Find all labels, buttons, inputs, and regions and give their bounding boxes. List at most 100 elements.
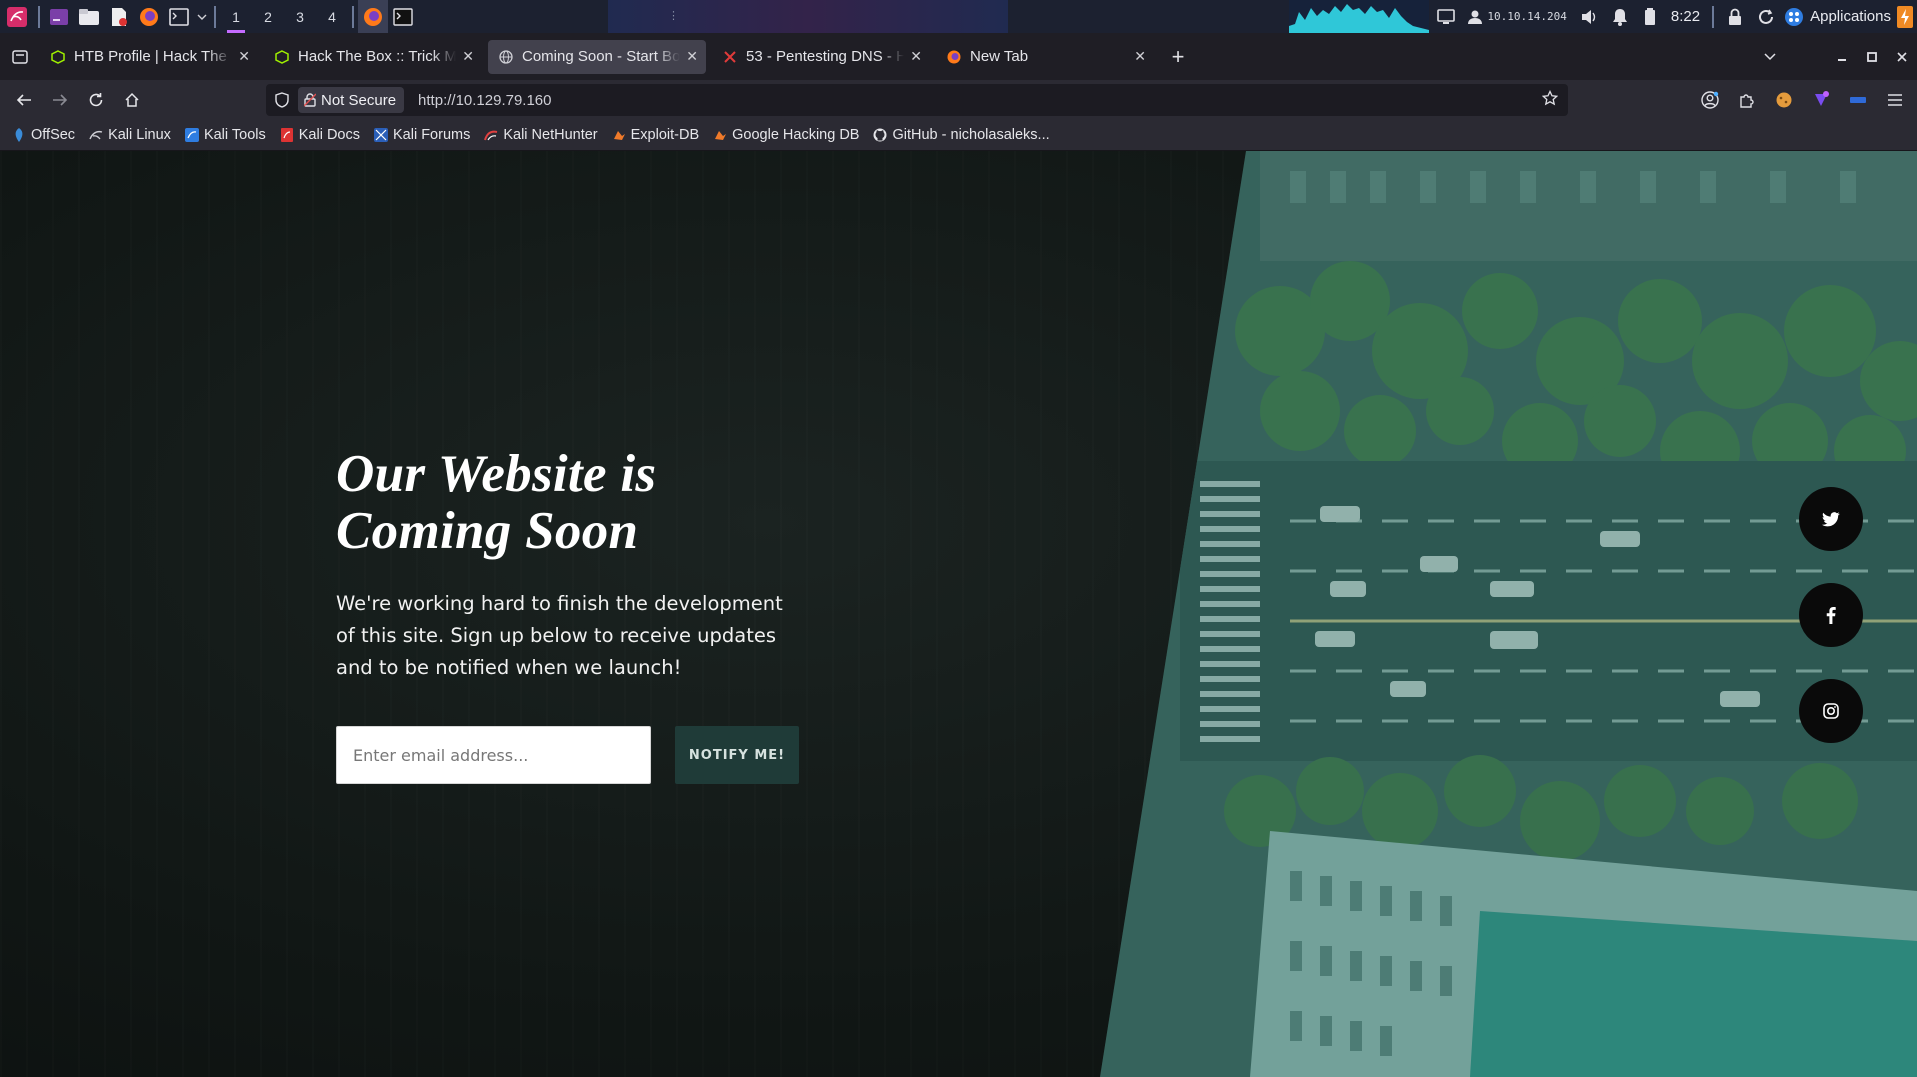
close-window-icon[interactable]	[1887, 33, 1917, 80]
workspace-4[interactable]: 4	[316, 0, 348, 33]
tab-title: Hack The Box :: Trick Machine	[298, 48, 457, 65]
account-icon[interactable]	[1691, 84, 1728, 116]
tab-coming-soon[interactable]: Coming Soon - Start Bootstrap ✕	[488, 39, 706, 74]
twitter-icon	[1822, 511, 1840, 526]
back-arrow-icon[interactable]	[6, 84, 42, 116]
close-tab-icon[interactable]: ✕	[910, 48, 922, 65]
volume-icon[interactable]	[1575, 0, 1603, 33]
list-all-tabs-icon[interactable]	[1755, 33, 1785, 80]
firefox-icon	[946, 49, 962, 65]
tab-title: 53 - Pentesting DNS - HackTricks	[746, 48, 905, 65]
hamburger-menu-icon[interactable]	[1876, 84, 1913, 116]
text-editor-icon[interactable]	[104, 0, 134, 33]
close-tab-icon[interactable]: ✕	[686, 48, 698, 65]
bookmark-kali-tools[interactable]: Kali Tools	[184, 127, 266, 143]
battery-icon[interactable]	[1637, 0, 1663, 33]
maximize-window-icon[interactable]	[1857, 33, 1887, 80]
github-icon	[873, 128, 887, 142]
bookmark-google-hacking-db[interactable]: Google Hacking DB	[713, 127, 859, 143]
bookmark-kali-forums[interactable]: Kali Forums	[373, 127, 470, 143]
tracking-protection-shield-icon[interactable]	[266, 92, 298, 108]
terminal-launcher-icon[interactable]	[44, 0, 74, 33]
bookmark-label: OffSec	[31, 127, 76, 143]
bookmark-kali-linux[interactable]: Kali Linux	[89, 127, 171, 143]
forward-arrow-icon[interactable]	[42, 84, 78, 116]
notify-me-button[interactable]: NOTIFY ME!	[675, 726, 799, 784]
facebook-icon	[1826, 606, 1836, 624]
bookmark-exploit-db[interactable]: Exploit-DB	[612, 127, 699, 143]
tab-title: New Tab	[970, 48, 1029, 65]
panel-separator	[352, 5, 354, 28]
exploitdb-icon	[612, 128, 626, 142]
home-icon[interactable]	[114, 84, 150, 116]
new-tab-plus-icon[interactable]: +	[1160, 40, 1196, 74]
bookmark-kali-nethunter[interactable]: Kali NetHunter	[484, 127, 598, 143]
window-buttons-area: ⋮	[418, 0, 1430, 33]
foxyproxy-extension-icon[interactable]	[1839, 84, 1876, 116]
refresh-session-icon[interactable]	[1752, 0, 1780, 33]
htb-cube-icon	[50, 49, 66, 65]
email-input[interactable]	[336, 726, 651, 784]
page-description: We're working hard to finish the develop…	[336, 592, 783, 679]
instagram-button[interactable]	[1799, 679, 1863, 743]
kali-tools-icon	[184, 128, 199, 142]
bookmark-label: Google Hacking DB	[732, 127, 860, 143]
panel-clock[interactable]: 8:22	[1671, 8, 1700, 25]
hero-section: Our Website is Coming Soon We're working…	[336, 446, 816, 684]
tab-hacktricks-dns[interactable]: 53 - Pentesting DNS - HackTricks ✕	[712, 40, 930, 74]
bookmark-offsec[interactable]: OffSec	[12, 127, 75, 143]
tab-title: Coming Soon - Start Bootstrap	[522, 48, 681, 65]
firefox-launcher-icon[interactable]	[134, 0, 164, 33]
twitter-button[interactable]	[1799, 487, 1863, 551]
ghdb-icon	[713, 128, 727, 142]
power-menu-icon[interactable]	[1897, 5, 1913, 28]
bookmark-label: GitHub - nicholasaleks...	[892, 127, 1050, 143]
instagram-icon	[1823, 703, 1839, 719]
facebook-button[interactable]	[1799, 583, 1863, 647]
display-icon[interactable]	[1429, 0, 1463, 33]
kali-forums-icon	[373, 128, 388, 142]
notification-bell-icon[interactable]	[1603, 0, 1637, 33]
minimize-window-icon[interactable]	[1827, 33, 1857, 80]
close-tab-icon[interactable]: ✕	[238, 48, 250, 65]
reload-icon[interactable]	[78, 84, 114, 116]
lock-screen-icon[interactable]	[1718, 0, 1752, 33]
tab-htb-trick[interactable]: Hack The Box :: Trick Machine ✕	[264, 40, 482, 74]
bookmark-kali-docs[interactable]: Kali Docs	[280, 127, 360, 143]
chevron-down-icon[interactable]	[194, 0, 210, 33]
tab-new-tab[interactable]: New Tab ✕	[936, 40, 1154, 74]
tab-htb-profile[interactable]: HTB Profile | Hack The Box ✕	[40, 40, 258, 74]
terminal-window-icon[interactable]	[388, 0, 418, 33]
browser-nav-bar: Not Secure http://10.129.79.160	[0, 80, 1917, 120]
workspace-2[interactable]: 2	[252, 0, 284, 33]
htb-cube-icon	[274, 49, 290, 65]
drag-handle-icon[interactable]: ⋮	[668, 9, 679, 22]
close-tab-icon[interactable]: ✕	[1134, 48, 1146, 65]
bookmark-github[interactable]: GitHub - nicholasaleks...	[873, 127, 1050, 143]
workspace-1[interactable]: 1	[220, 0, 252, 33]
not-secure-label: Not Secure	[321, 91, 397, 109]
wappalyzer-extension-icon[interactable]	[1802, 84, 1839, 116]
cookie-extension-icon[interactable]	[1765, 84, 1802, 116]
firefox-window-icon[interactable]	[358, 0, 388, 33]
kali-menu-icon[interactable]	[0, 0, 34, 33]
bookmarks-toolbar: OffSec Kali Linux Kali Tools Kali Docs K…	[0, 120, 1917, 151]
terminal-icon[interactable]	[164, 0, 194, 33]
address-bar[interactable]: Not Secure http://10.129.79.160	[266, 84, 1568, 116]
extensions-puzzle-icon[interactable]	[1728, 84, 1765, 116]
browser-tab-bar: HTB Profile | Hack The Box ✕ Hack The Bo…	[0, 33, 1917, 80]
workspace-3[interactable]: 3	[284, 0, 316, 33]
bookmark-label: Kali NetHunter	[503, 127, 598, 143]
applications-menu[interactable]: Applications	[1784, 5, 1913, 28]
close-tab-icon[interactable]: ✕	[462, 48, 474, 65]
url-text[interactable]: http://10.129.79.160	[418, 92, 551, 109]
nethunter-icon	[484, 128, 498, 142]
applications-icon	[1785, 7, 1804, 26]
site-security-indicator[interactable]: Not Secure	[298, 87, 405, 113]
bookmark-star-icon[interactable]	[1541, 89, 1559, 111]
panel-separator	[214, 5, 216, 28]
kali-icon	[89, 128, 103, 142]
vpn-user-icon[interactable]	[1463, 0, 1487, 33]
file-manager-icon[interactable]	[74, 0, 104, 33]
firefox-view-icon[interactable]	[0, 33, 40, 80]
